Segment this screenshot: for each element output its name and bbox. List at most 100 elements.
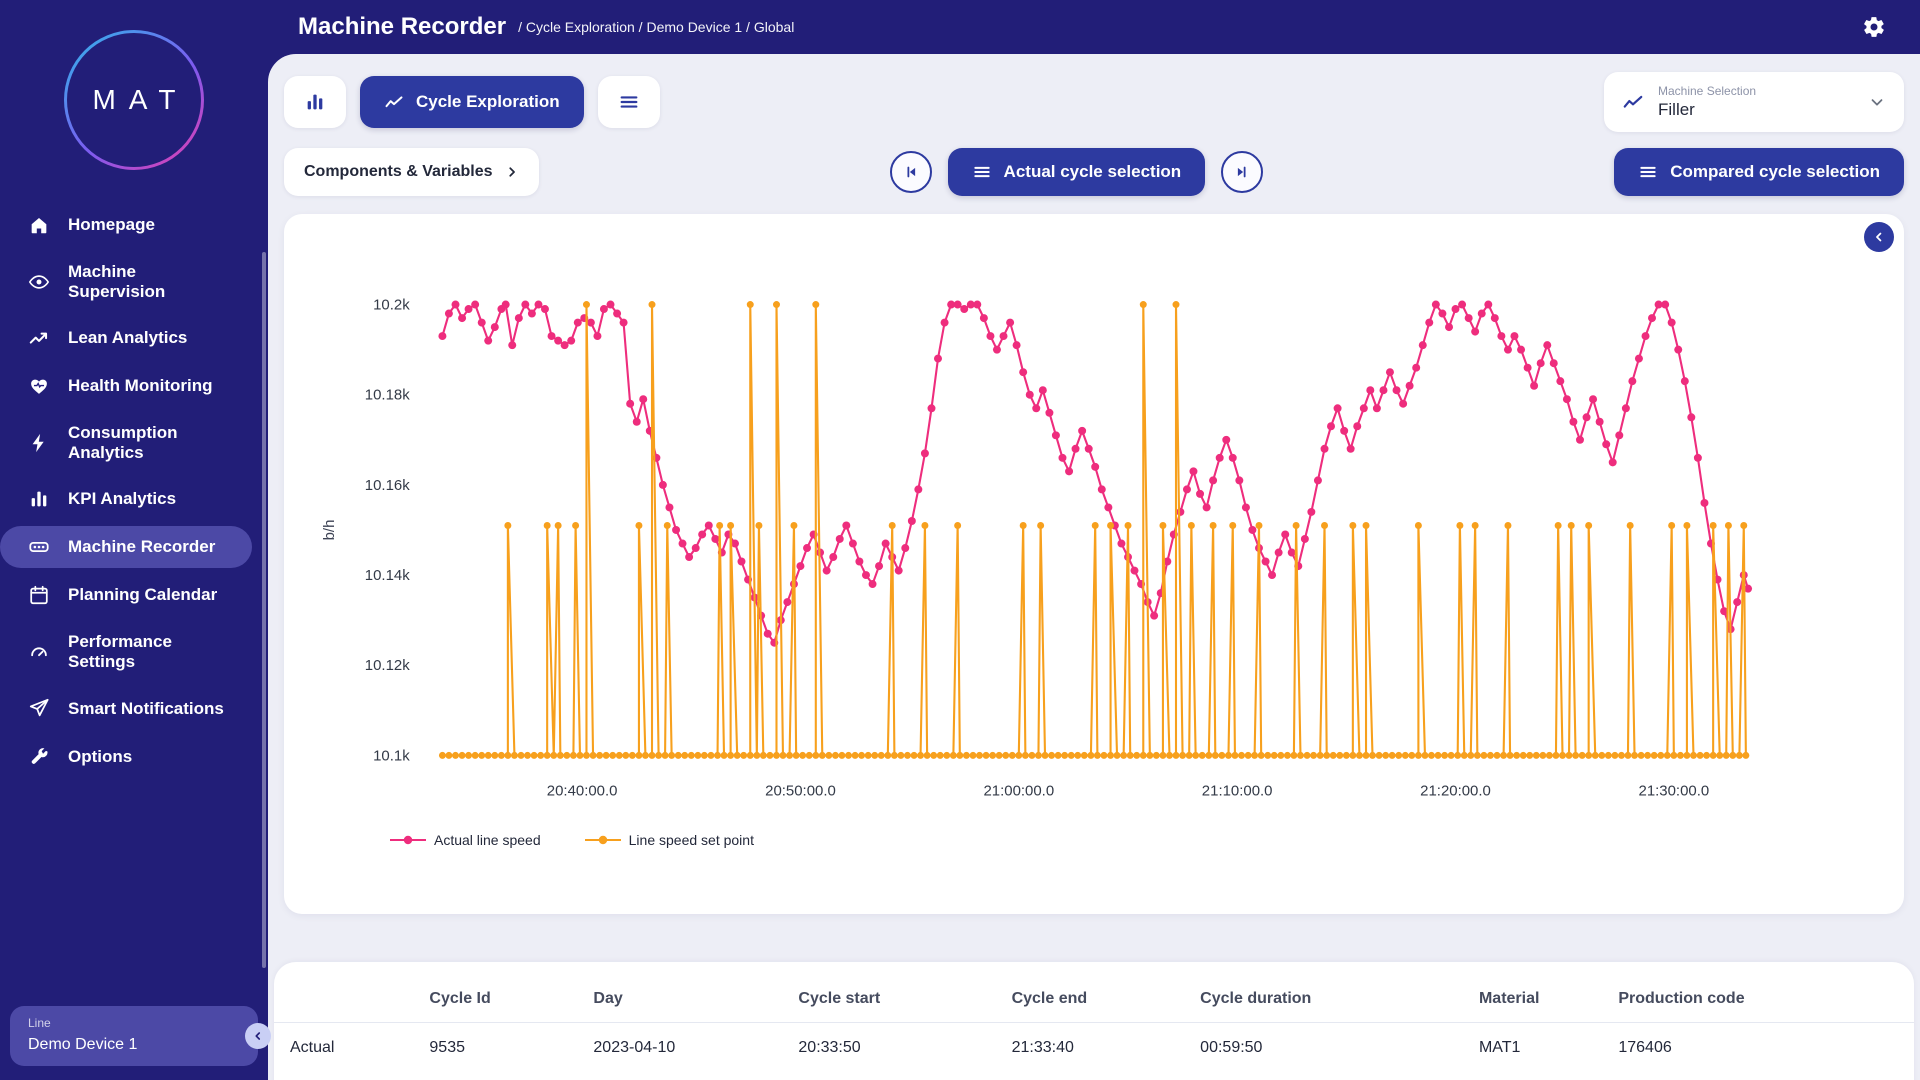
- chevron-left-icon: [252, 1030, 264, 1042]
- top-header: Machine Recorder / Cycle Exploration / D…: [268, 0, 1920, 54]
- sidebar-item-lean-analytics[interactable]: Lean Analytics: [0, 317, 252, 359]
- trend-icon: [28, 327, 52, 349]
- components-variables-label: Components & Variables: [304, 163, 493, 181]
- cycle-exploration-label: Cycle Exploration: [416, 92, 560, 112]
- legend-label: Line speed set point: [629, 832, 754, 848]
- skip-next-icon: [1233, 163, 1251, 181]
- actual-cycle-selection-button[interactable]: Actual cycle selection: [948, 148, 1206, 196]
- hamburger-icon: [618, 91, 640, 113]
- sidebar-item-consumption-analytics[interactable]: Consumption Analytics: [0, 413, 252, 472]
- cell-material: MAT1: [1463, 1023, 1602, 1074]
- wrench-icon: [28, 745, 52, 767]
- skip-previous-icon: [902, 163, 920, 181]
- device-card[interactable]: Line Demo Device 1: [10, 1006, 258, 1066]
- cell-cycle-start: 20:33:50: [782, 1023, 995, 1074]
- sidebar-item-health-monitoring[interactable]: Health Monitoring: [0, 365, 252, 407]
- svg-text:10.14k: 10.14k: [365, 567, 410, 584]
- sidebar-scrollbar[interactable]: [262, 252, 266, 968]
- gauge-icon: [28, 641, 52, 663]
- recorder-icon: [28, 536, 52, 558]
- table-header-row: Cycle Id Day Cycle start Cycle end Cycle…: [274, 980, 1914, 1023]
- cell-day: 2023-04-10: [577, 1023, 782, 1074]
- col-header-cycle-end: Cycle end: [996, 980, 1185, 1023]
- line-speed-chart: 10.1k10.12k10.14k10.16k10.18k10.2k20:40:…: [294, 224, 1894, 824]
- legend-item[interactable]: Actual line speed: [390, 832, 541, 848]
- svg-text:10.18k: 10.18k: [365, 387, 410, 404]
- sidebar-item-machine-recorder[interactable]: Machine Recorder: [0, 526, 252, 568]
- cycle-table: Cycle Id Day Cycle start Cycle end Cycle…: [274, 980, 1914, 1073]
- legend-label: Actual line speed: [434, 832, 541, 848]
- sidebar-item-label: Performance Settings: [68, 632, 238, 671]
- legend-marker-icon: [390, 834, 426, 846]
- bar-chart-view-button[interactable]: [284, 76, 346, 128]
- svg-text:21:20:00.0: 21:20:00.0: [1420, 782, 1491, 799]
- hamburger-icon: [1638, 162, 1658, 182]
- sidebar-item-label: Machine Recorder: [68, 537, 215, 557]
- sidebar-item-label: Lean Analytics: [68, 328, 187, 348]
- svg-text:b/h: b/h: [321, 520, 338, 541]
- menu-view-button[interactable]: [598, 76, 660, 128]
- sidebar-nav: Homepage Machine Supervision Lean Analyt…: [0, 204, 268, 777]
- page-title: Machine Recorder: [298, 13, 506, 41]
- chevron-left-icon: [1872, 230, 1886, 244]
- svg-text:20:40:00.0: 20:40:00.0: [547, 782, 618, 799]
- sidebar-item-machine-supervision[interactable]: Machine Supervision: [0, 252, 252, 311]
- sidebar: MAT Homepage Machine Supervision Lean An…: [0, 0, 268, 1080]
- device-label: Line: [28, 1016, 240, 1030]
- collapse-panel-button[interactable]: [1864, 222, 1894, 252]
- home-icon: [28, 214, 52, 236]
- sidebar-item-label: Homepage: [68, 215, 155, 235]
- col-header-day: Day: [577, 980, 782, 1023]
- sidebar-item-label: Options: [68, 747, 132, 767]
- next-cycle-button[interactable]: [1221, 151, 1263, 193]
- machine-selection-value: Filler: [1658, 100, 1756, 120]
- compared-cycle-selection-button[interactable]: Compared cycle selection: [1614, 148, 1904, 196]
- sidebar-collapse-button[interactable]: [245, 1023, 271, 1049]
- sidebar-item-label: Machine Supervision: [68, 262, 238, 301]
- bolt-icon: [28, 432, 52, 454]
- components-variables-button[interactable]: Components & Variables: [284, 148, 539, 196]
- calendar-icon: [28, 584, 52, 606]
- svg-text:10.1k: 10.1k: [373, 747, 410, 764]
- svg-text:21:00:00.0: 21:00:00.0: [983, 782, 1054, 799]
- send-icon: [28, 697, 52, 719]
- sidebar-item-label: Smart Notifications: [68, 699, 224, 719]
- cycle-exploration-tab[interactable]: Cycle Exploration: [360, 76, 584, 128]
- legend-marker-icon: [585, 834, 621, 846]
- chart-legend: Actual line speed Line speed set point: [294, 832, 1894, 848]
- machine-selection-dropdown[interactable]: Machine Selection Filler: [1604, 72, 1904, 132]
- col-header-production-code: Production code: [1602, 980, 1914, 1023]
- svg-text:10.12k: 10.12k: [365, 657, 410, 674]
- sidebar-item-kpi-analytics[interactable]: KPI Analytics: [0, 478, 252, 520]
- sidebar-item-options[interactable]: Options: [0, 735, 252, 777]
- cycle-table-card: Cycle Id Day Cycle start Cycle end Cycle…: [274, 962, 1914, 1080]
- sidebar-item-planning-calendar[interactable]: Planning Calendar: [0, 574, 252, 616]
- chevron-down-icon: [1868, 93, 1886, 111]
- sidebar-item-performance-settings[interactable]: Performance Settings: [0, 622, 252, 681]
- logo-text: MAT: [79, 84, 188, 116]
- previous-cycle-button[interactable]: [890, 151, 932, 193]
- line-chart-icon: [384, 92, 404, 112]
- svg-text:10.2k: 10.2k: [373, 297, 410, 314]
- svg-text:21:10:00.0: 21:10:00.0: [1202, 782, 1273, 799]
- settings-gear-button[interactable]: [1856, 14, 1892, 40]
- hamburger-icon: [972, 162, 992, 182]
- sidebar-item-label: Planning Calendar: [68, 585, 217, 605]
- machine-selection-label: Machine Selection: [1658, 84, 1756, 98]
- logo-circle: MAT: [64, 30, 204, 170]
- legend-item[interactable]: Line speed set point: [585, 832, 754, 848]
- eye-icon: [28, 271, 52, 293]
- sidebar-item-homepage[interactable]: Homepage: [0, 204, 252, 246]
- heart-icon: [28, 375, 52, 397]
- device-name: Demo Device 1: [28, 1036, 240, 1054]
- row-label: Actual: [274, 1023, 413, 1074]
- col-header-empty: [274, 980, 413, 1023]
- breadcrumb[interactable]: / Cycle Exploration / Demo Device 1 / Gl…: [518, 19, 794, 35]
- logo: MAT: [0, 0, 268, 170]
- col-header-material: Material: [1463, 980, 1602, 1023]
- bar-chart-icon: [304, 91, 326, 113]
- table-row[interactable]: Actual 9535 2023-04-10 20:33:50 21:33:40…: [274, 1023, 1914, 1074]
- line-chart-icon: [1622, 91, 1644, 113]
- sidebar-item-smart-notifications[interactable]: Smart Notifications: [0, 687, 252, 729]
- cell-cycle-duration: 00:59:50: [1184, 1023, 1463, 1074]
